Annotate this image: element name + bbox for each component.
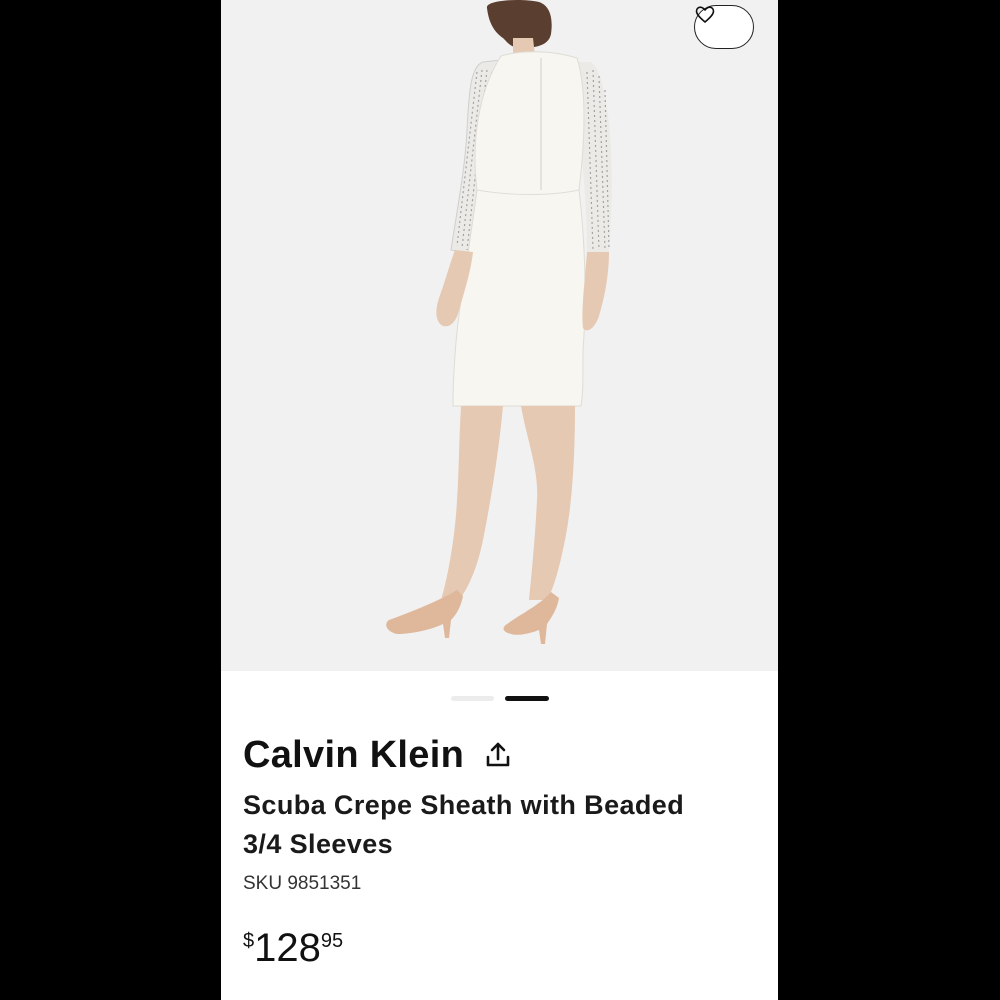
price-currency: $ xyxy=(243,930,255,952)
product-price: $ 128 95 xyxy=(243,928,343,968)
share-icon[interactable] xyxy=(484,740,512,770)
gallery-dot-2-active[interactable] xyxy=(505,696,549,701)
product-title: Scuba Crepe Sheath with Beaded 3/4 Sleev… xyxy=(243,786,753,864)
gallery-pagination xyxy=(221,694,778,704)
product-title-line-2: 3/4 Sleeves xyxy=(243,829,394,859)
product-image-gallery[interactable] xyxy=(221,0,778,671)
brand-name[interactable]: Calvin Klein xyxy=(243,734,464,777)
product-photo xyxy=(386,0,612,644)
brand-row: Calvin Klein xyxy=(243,730,512,780)
product-page: Calvin Klein Scuba Crepe Sheath with Bea… xyxy=(221,0,778,1000)
favorite-button[interactable] xyxy=(694,5,754,49)
gallery-dot-1[interactable] xyxy=(451,696,494,701)
price-dollars: 128 xyxy=(254,926,321,970)
sku-number: SKU 9851351 xyxy=(243,873,362,894)
price-cents: 95 xyxy=(320,930,344,952)
product-title-line-1: Scuba Crepe Sheath with Beaded xyxy=(243,790,685,820)
